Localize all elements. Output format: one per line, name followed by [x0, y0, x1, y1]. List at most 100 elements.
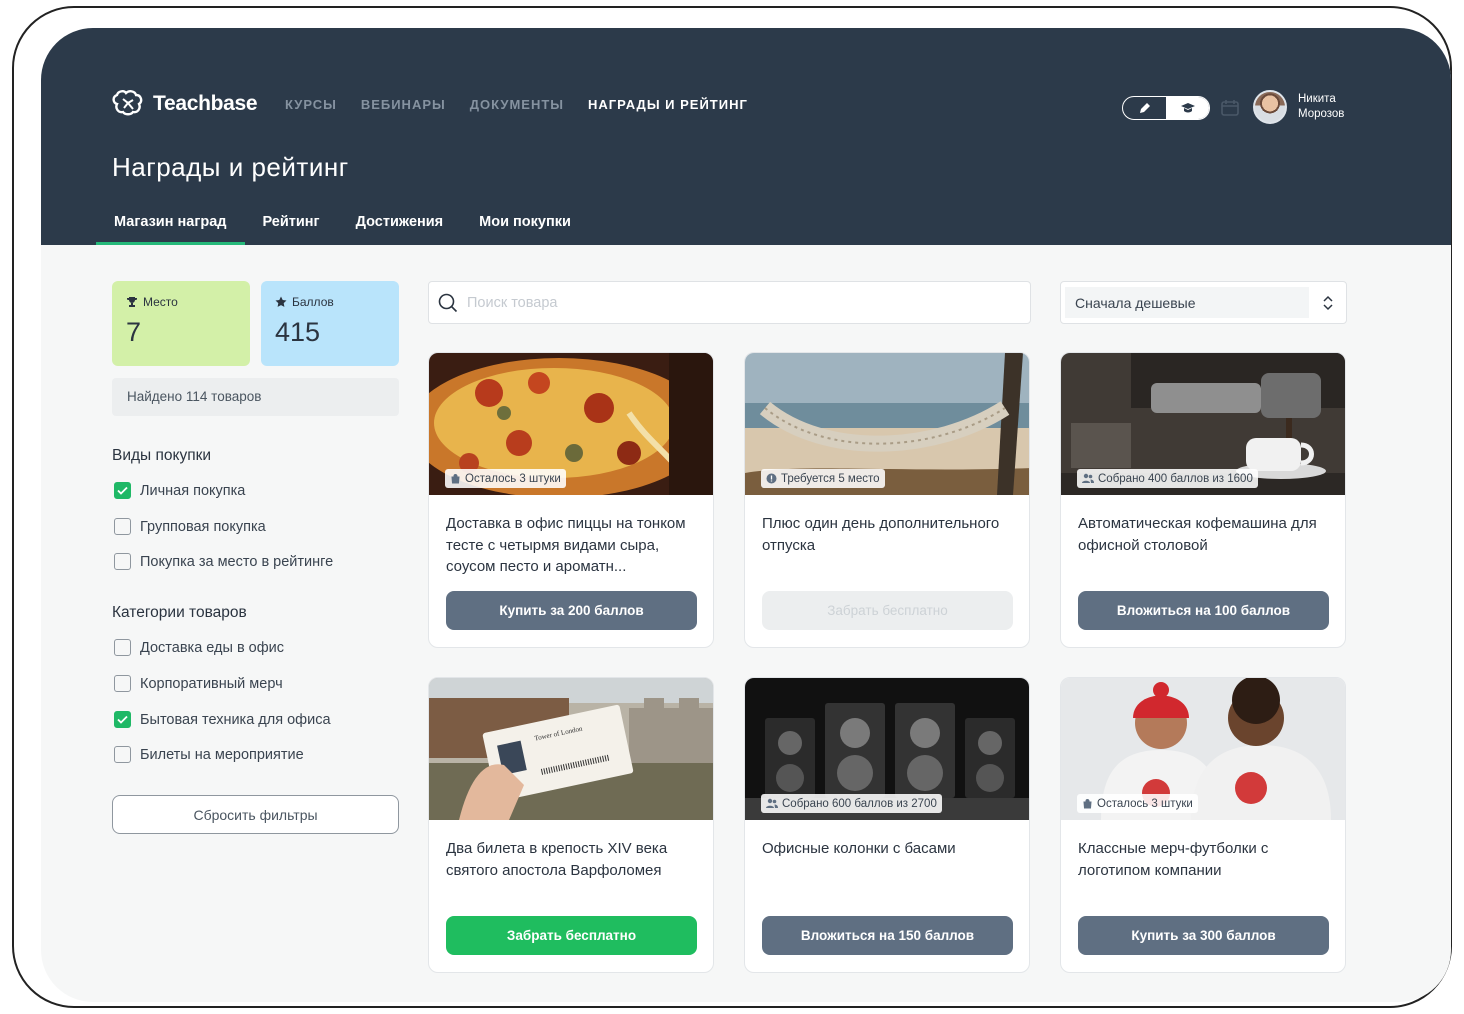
buy-button[interactable]: Купить за 300 баллов: [1078, 916, 1329, 955]
buy-button[interactable]: Купить за 200 баллов: [446, 591, 697, 630]
group-icon: [1082, 473, 1094, 483]
filter-label: Групповая покупка: [140, 518, 266, 535]
mode-toggle[interactable]: [1122, 96, 1210, 120]
brain-logo-icon: [112, 90, 143, 116]
invest-button[interactable]: Вложиться на 150 баллов: [762, 916, 1013, 955]
product-title: Два билета в крепость XIV века святого а…: [446, 840, 668, 879]
product-title: Офисные колонки с басами: [762, 840, 956, 857]
search-input[interactable]: [467, 294, 1007, 311]
product-title: Классные мерч-футболки с логотипом компа…: [1078, 840, 1269, 879]
filter-label: Билеты на мероприятие: [140, 746, 304, 763]
sort-selected: Сначала дешевые: [1065, 287, 1309, 318]
product-card[interactable]: Осталось 3 штуки Доставка в офис пиццы н…: [428, 352, 714, 648]
calendar-icon[interactable]: [1221, 100, 1239, 116]
tab-achievements[interactable]: Достижения: [338, 214, 462, 245]
badge-text: Собрано 400 баллов из 1600: [1098, 472, 1253, 485]
edit-mode-option[interactable]: [1123, 97, 1166, 119]
collected-badge: Собрано 400 баллов из 1600: [1077, 469, 1258, 488]
checkbox[interactable]: [114, 675, 131, 692]
filter-label: Корпоративный мерч: [140, 675, 283, 692]
search-icon: [438, 293, 458, 312]
points-value: 415: [275, 317, 321, 347]
top-nav: КУРСЫ ВЕБИНАРЫ ДОКУМЕНТЫ НАГРАДЫ И РЕЙТИ…: [285, 97, 748, 112]
badge-text: Осталось 3 штуки: [465, 472, 561, 485]
nav-courses[interactable]: КУРСЫ: [285, 97, 337, 112]
filter-food-delivery[interactable]: Доставка еды в офис: [114, 639, 284, 656]
checkbox-checked[interactable]: [114, 482, 131, 499]
nav-rewards[interactable]: НАГРАДЫ И РЕЙТИНГ: [588, 97, 748, 112]
sort-select[interactable]: Сначала дешевые: [1060, 281, 1347, 324]
user-last-name: Морозов: [1298, 108, 1345, 120]
tab-rating[interactable]: Рейтинг: [245, 214, 338, 245]
badge-text: Осталось 3 штуки: [1097, 797, 1193, 810]
points-card: Баллов 415: [261, 281, 399, 366]
collected-badge: Собрано 600 баллов из 2700: [761, 794, 942, 813]
points-label: Баллов: [292, 295, 334, 309]
found-count: Найдено 114 товаров: [112, 378, 399, 416]
nav-webinars[interactable]: ВЕБИНАРЫ: [361, 97, 446, 112]
filter-label: Бытовая техника для офиса: [140, 711, 331, 728]
invest-button[interactable]: Вложиться на 100 баллов: [1078, 591, 1329, 630]
filter-label: Покупка за место в рейтинге: [140, 553, 334, 570]
checkbox[interactable]: [114, 518, 131, 535]
filter-appliances[interactable]: Бытовая техника для офиса: [114, 711, 331, 728]
checkbox-checked[interactable]: [114, 711, 131, 728]
filter-label: Личная покупка: [140, 482, 246, 499]
alert-icon: [766, 473, 777, 484]
nav-documents[interactable]: ДОКУМЕНТЫ: [470, 97, 564, 112]
learn-mode-option[interactable]: [1166, 97, 1209, 119]
filter-label: Доставка еды в офис: [140, 639, 285, 656]
sort-chevron-icon: [1323, 295, 1333, 311]
filter-tickets[interactable]: Билеты на мероприятие: [114, 746, 304, 763]
place-value: 7: [126, 317, 142, 347]
badge-text: Собрано 600 баллов из 2700: [782, 797, 937, 810]
purchase-types-title: Виды покупки: [112, 447, 212, 464]
product-title: Доставка в офис пиццы на тонком тесте с …: [446, 515, 686, 575]
stock-badge: Осталось 3 штуки: [1077, 794, 1198, 813]
product-card[interactable]: Собрано 600 баллов из 2700 Офисные колон…: [744, 677, 1030, 973]
checkbox[interactable]: [114, 746, 131, 763]
check-icon: [117, 715, 128, 724]
logo-text: Teachbase: [153, 92, 258, 115]
reset-filters-button[interactable]: Сбросить фильтры: [112, 795, 399, 834]
bag-icon: [1083, 799, 1092, 809]
app-header: Teachbase КУРСЫ ВЕБИНАРЫ ДОКУМЕНТЫ НАГРА…: [41, 28, 1451, 245]
claim-free-button[interactable]: Забрать бесплатно: [446, 916, 697, 955]
claim-free-button[interactable]: Забрать бесплатно: [762, 591, 1013, 630]
product-card[interactable]: Tower of London Два билета в крепость XI…: [428, 677, 714, 973]
user-name[interactable]: Никита Морозов: [1298, 92, 1344, 122]
badge-text: Требуется 5 место: [781, 472, 880, 485]
filter-group[interactable]: Групповая покупка: [114, 518, 266, 535]
checkbox[interactable]: [114, 639, 131, 656]
product-title: Плюс один день дополнительного отпуска: [762, 515, 1000, 554]
product-title: Автоматическая кофемашина для офисной ст…: [1078, 515, 1317, 554]
search-box[interactable]: [428, 281, 1031, 324]
filter-rating-place[interactable]: Покупка за место в рейтинге: [114, 553, 333, 570]
user-avatar[interactable]: [1253, 90, 1287, 124]
product-card[interactable]: Требуется 5 место Плюс один день дополни…: [744, 352, 1030, 648]
graduation-cap-icon: [1180, 103, 1195, 113]
filter-personal[interactable]: Личная покупка: [114, 482, 245, 499]
ticket-image: Tower of London: [429, 678, 713, 820]
page-title: Награды и рейтинг: [112, 152, 349, 182]
app-screen: Teachbase КУРСЫ ВЕБИНАРЫ ДОКУМЕНТЫ НАГРА…: [41, 28, 1451, 1002]
star-icon: [275, 296, 287, 307]
filter-merch[interactable]: Корпоративный мерч: [114, 675, 283, 692]
requirement-badge: Требуется 5 место: [761, 469, 885, 488]
stock-badge: Осталось 3 штуки: [445, 469, 566, 488]
device-frame: Teachbase КУРСЫ ВЕБИНАРЫ ДОКУМЕНТЫ НАГРА…: [12, 6, 1452, 1008]
bag-icon: [451, 474, 460, 484]
trophy-icon: [127, 297, 137, 307]
place-card: Место 7: [112, 281, 250, 366]
tab-my-purchases[interactable]: Мои покупки: [461, 214, 589, 245]
product-card[interactable]: Осталось 3 штуки Классные мерч-футболки …: [1060, 677, 1346, 973]
logo[interactable]: Teachbase: [111, 90, 258, 118]
check-icon: [117, 486, 128, 495]
group-icon: [766, 798, 778, 808]
page-tabs: Магазин наград Рейтинг Достижения Мои по…: [96, 214, 589, 245]
categories-title: Категории товаров: [112, 604, 247, 621]
product-card[interactable]: Собрано 400 баллов из 1600 Автоматическа…: [1060, 352, 1346, 648]
tab-shop[interactable]: Магазин наград: [96, 214, 245, 245]
checkbox[interactable]: [114, 553, 131, 570]
pencil-icon: [1139, 103, 1150, 113]
